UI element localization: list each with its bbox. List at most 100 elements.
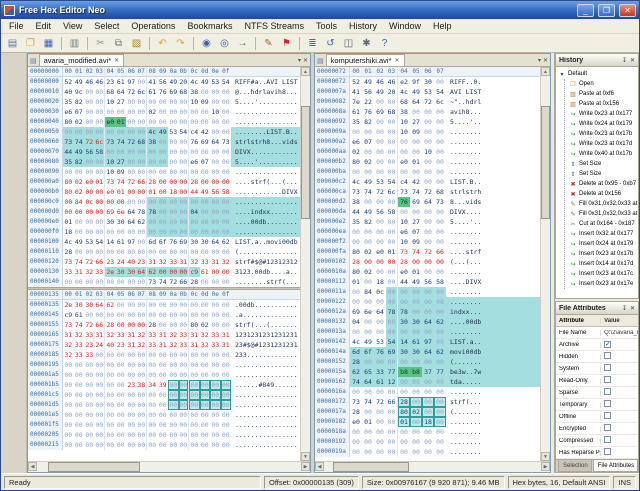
ascii-cell[interactable]: ................ (231, 410, 300, 420)
hex-byte[interactable]: 28 (398, 257, 410, 267)
hex-byte[interactable]: 00 (189, 350, 200, 360)
hex-byte[interactable]: 00 (398, 427, 410, 437)
hex-byte[interactable]: 49 (168, 77, 179, 87)
hex-byte[interactable]: 80 (398, 407, 410, 417)
hex-byte[interactable]: 74 (362, 397, 374, 407)
hex-byte[interactable]: 00 (158, 370, 169, 380)
hex-byte[interactable]: 00 (362, 357, 374, 367)
scroll-down-icon[interactable]: ▼ (541, 452, 550, 461)
hex-byte[interactable]: 00 (126, 400, 137, 410)
hex-byte[interactable]: 00 (221, 310, 232, 320)
hex-byte[interactable]: 00 (74, 400, 85, 410)
hex-byte[interactable]: 00 (386, 327, 398, 337)
hex-byte[interactable]: 28 (63, 247, 74, 257)
hex-byte[interactable]: 00 (220, 207, 231, 217)
hex-byte[interactable]: 00 (422, 157, 434, 167)
hex-byte[interactable]: 00 (168, 370, 179, 380)
hex-byte[interactable]: 66 (386, 397, 398, 407)
hex-byte[interactable]: 00 (386, 407, 398, 417)
hex-row[interactable]: 0000015a 62 65 33 77 b8 b8 37 77 be3w..7w (315, 367, 540, 377)
hex-byte[interactable]: e0 (105, 117, 116, 127)
hex-byte[interactable]: 09 (116, 167, 127, 177)
hex-byte[interactable]: 00 (386, 167, 398, 177)
hex-byte[interactable]: 00 (362, 327, 374, 337)
hex-byte[interactable]: 49 (362, 337, 374, 347)
hex-byte[interactable]: 00 (137, 410, 147, 420)
hex-byte[interactable]: 74 (158, 277, 169, 287)
hex-row[interactable]: 000001f5 00 00 00 00 00 00 00 00 00 00 00 00 00 00 00 00… (28, 420, 300, 430)
history-item[interactable]: ↪ Write 0x23 at 0x17b (565, 129, 638, 139)
hex-byte[interactable]: 00 (158, 187, 169, 197)
hex-byte[interactable]: 00 (210, 277, 221, 287)
ascii-cell[interactable]: RIFF#a..AVI LIST (231, 77, 300, 87)
new-file-icon[interactable]: ▤ (4, 35, 21, 51)
copy-icon[interactable]: ⧉ (110, 35, 127, 51)
hex-row[interactable]: 000000d2 38 00 00 00 76 69 64 73 8...vids (315, 197, 540, 207)
hex-byte[interactable]: 74 (350, 377, 362, 387)
hex-row[interactable]: 00000142 4c 49 53 54 14 61 97 00 LIST.a.. (315, 337, 540, 347)
scroll-thumb[interactable] (47, 462, 140, 472)
ascii-cell[interactable]: ........ (446, 137, 540, 147)
hex-row[interactable]: 0000019a 00 00 00 00 00 00 00 00........ (315, 447, 540, 457)
hex-byte[interactable]: 00 (116, 350, 127, 360)
hex-byte[interactable]: 01 (63, 217, 74, 227)
hex-byte[interactable]: 00 (168, 380, 179, 390)
hex-byte[interactable]: 00 (210, 207, 221, 217)
hex-row[interactable]: 00000195 00 00 00 00 00 00 00 00 00 00 00 00 00 00 00 00… (28, 360, 300, 370)
hex-row[interactable]: 00000000 52 49 46 46 23 61 97 00 41 56 49 20 4c 49 53 54… (28, 77, 300, 87)
hex-byte[interactable]: 00 (350, 287, 362, 297)
hex-row[interactable]: 0000014a 6d 6f 76 69 30 30 64 62 movi00db (315, 347, 540, 357)
hex-row[interactable]: 000001b5 00 00 00 00 00 00 23 38 34 39 00 00 00 00 00 00… (28, 380, 300, 390)
hex-byte[interactable]: 00 (84, 247, 95, 257)
hex-byte[interactable]: 33 (179, 330, 189, 340)
hex-byte[interactable]: 00 (350, 167, 362, 177)
hex-byte[interactable]: 32 (63, 350, 74, 360)
hex-byte[interactable]: 00 (374, 117, 386, 127)
goto-offset-icon[interactable]: → (234, 35, 251, 51)
hex-byte[interactable]: 39 (158, 380, 169, 390)
hex-byte[interactable]: 61 (74, 310, 85, 320)
hex-byte[interactable]: 56 (362, 87, 374, 97)
hex-byte[interactable]: 30 (422, 77, 434, 87)
tabbar-close-icon[interactable]: ✕ (303, 57, 308, 64)
hex-byte[interactable]: 62 (105, 300, 116, 310)
hex-byte[interactable]: 00 (374, 257, 386, 267)
hex-byte[interactable]: 00 (200, 360, 211, 370)
hex-byte[interactable]: 6e (362, 307, 374, 317)
hex-byte[interactable]: 00 (73, 127, 84, 137)
scroll-thumb[interactable] (301, 106, 310, 219)
hex-byte[interactable]: 00 (410, 287, 422, 297)
hex-row[interactable]: 0000008a 61 76 69 68 38 00 00 00 avih8... (315, 107, 540, 117)
hex-byte[interactable]: 00 (374, 237, 386, 247)
panel-close-icon[interactable]: ✕ (630, 57, 635, 64)
ascii-cell[interactable]: movi00db (446, 347, 540, 357)
hex-byte[interactable]: 00 (210, 410, 221, 420)
ascii-cell[interactable]: 5....'.. (446, 117, 540, 127)
hex-byte[interactable]: 00 (210, 147, 221, 157)
hex-byte[interactable]: 41 (147, 77, 158, 87)
hex-byte[interactable]: 53 (168, 127, 179, 137)
save-icon[interactable]: ▦ (40, 35, 57, 51)
hex-byte[interactable]: c4 (398, 177, 410, 187)
hex-byte[interactable]: 00 (374, 147, 386, 157)
menu-tools[interactable]: Tools (310, 20, 343, 32)
hex-byte[interactable]: 00 (95, 87, 105, 97)
hex-byte[interactable]: 31 (95, 330, 105, 340)
hex-byte[interactable]: 49 (200, 77, 211, 87)
hex-byte[interactable]: 00 (179, 360, 189, 370)
hex-byte[interactable]: 00 (179, 137, 189, 147)
hex-byte[interactable]: 00 (350, 237, 362, 247)
hex-byte[interactable]: 78 (137, 207, 147, 217)
hex-byte[interactable]: 00 (350, 447, 362, 457)
checkbox[interactable] (604, 448, 612, 455)
hex-byte[interactable]: 01 (410, 157, 422, 167)
ascii-cell[interactable]: ................ (231, 370, 300, 380)
hex-byte[interactable]: 00 (220, 197, 231, 207)
hex-byte[interactable]: 00 (210, 390, 221, 400)
hex-byte[interactable]: 00 (126, 247, 137, 257)
hex-byte[interactable]: 80 (63, 187, 74, 197)
hex-byte[interactable]: 33 (179, 340, 189, 350)
hex-byte[interactable]: 00 (221, 350, 232, 360)
hex-byte[interactable]: 00 (386, 417, 398, 427)
hex-row[interactable]: 0000017a 28 00 00 00 80 02 00 00 (....... (315, 407, 540, 417)
